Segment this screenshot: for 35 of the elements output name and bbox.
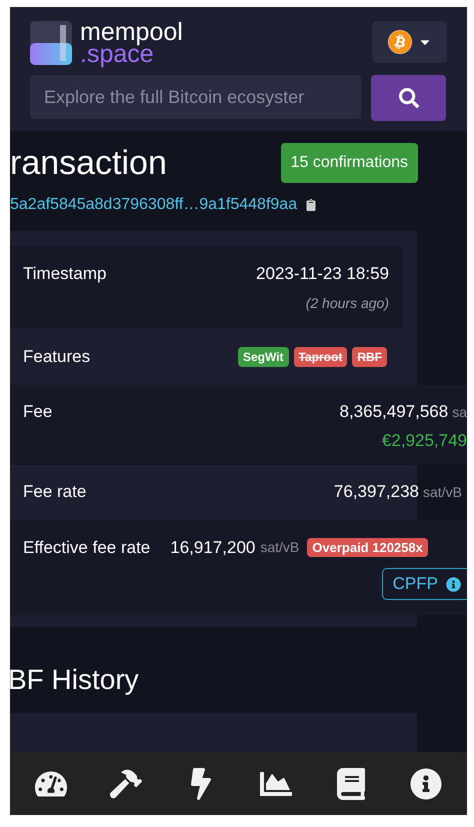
confirmations-badge: 15 confirmations	[280, 143, 418, 183]
search-icon	[398, 88, 418, 108]
row-label: Timestamp	[23, 263, 106, 285]
row-label: Fee	[23, 400, 52, 422]
info-icon[interactable]	[410, 768, 442, 800]
overpaid-badge: Overpaid 120258x	[307, 538, 428, 557]
section-title: BF History	[10, 662, 140, 697]
fee-rate-value: 76,397,238	[334, 481, 419, 504]
fee-value: 8,365,497,568	[339, 400, 448, 422]
bitcoin-icon	[388, 30, 412, 54]
search-field[interactable]: Explore the full Bitcoin ecosyster	[30, 75, 361, 119]
timestamp-value: 2023-11-23 18:59	[256, 263, 389, 285]
fiat-value: €2,925,749	[382, 430, 467, 452]
transaction-id[interactable]: 5a2af5845a8d3796308ff…9a1f5448f9aa	[10, 193, 298, 217]
logo-icon	[30, 21, 72, 65]
feature-badge: SegWit	[238, 346, 289, 366]
relative-time: (2 hours ago)	[306, 294, 389, 313]
cpfp-button[interactable]: CPFP	[382, 568, 467, 600]
feature-badge: Taproot	[294, 346, 348, 366]
page-title: ransaction	[10, 146, 167, 180]
unit-label: sat/vB	[423, 482, 462, 502]
effective-rate-value: 16,917,200	[170, 536, 256, 558]
unit-label: sat/vB	[260, 538, 300, 557]
feature-badge: RBF	[352, 346, 387, 366]
hammer-icon[interactable]	[110, 768, 142, 800]
row-label: Fee rate	[23, 481, 86, 504]
logo-text: mempool	[80, 21, 183, 43]
unit-label: sa	[452, 402, 467, 422]
search-button[interactable]	[371, 75, 446, 121]
info-icon	[446, 576, 461, 592]
book-icon[interactable]	[334, 768, 367, 800]
copy-icon[interactable]	[305, 199, 318, 211]
row-label: Effective fee rate	[23, 536, 150, 558]
network-selector[interactable]	[372, 21, 447, 63]
row-label: Features	[23, 346, 90, 368]
